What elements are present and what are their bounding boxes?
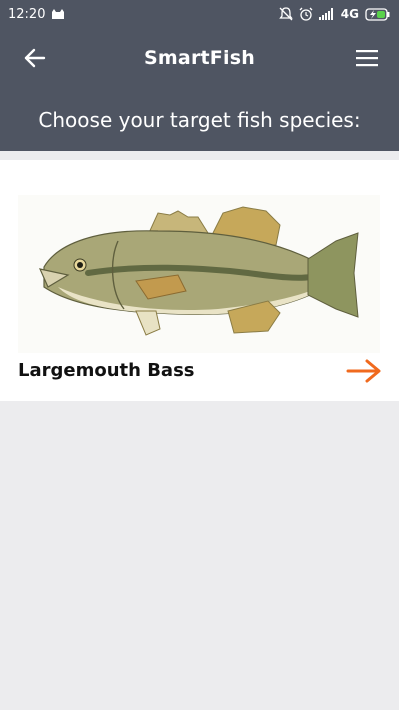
- bell-off-icon: [278, 7, 293, 21]
- app-title: SmartFish: [144, 47, 255, 69]
- status-time: 12:20: [8, 6, 46, 22]
- back-button[interactable]: [22, 46, 48, 70]
- menu-button[interactable]: [355, 46, 379, 70]
- largemouth-bass-image: [18, 195, 380, 353]
- arrow-right-icon: [346, 359, 381, 383]
- subheader-text: Choose your target fish species:: [38, 107, 361, 132]
- app-bar: SmartFish: [0, 28, 399, 88]
- arrow-left-icon: [24, 48, 46, 68]
- cat-notification-icon: [52, 9, 65, 19]
- signal-icon: [318, 8, 333, 20]
- battery-charging-icon: [365, 7, 390, 21]
- species-name: Largemouth Bass: [18, 360, 195, 381]
- hamburger-menu-icon: [356, 50, 378, 67]
- select-species-button[interactable]: [345, 357, 383, 385]
- alarm-icon: [299, 7, 313, 21]
- network-type: 4G: [340, 7, 359, 21]
- subheader: Choose your target fish species:: [0, 88, 399, 151]
- status-bar: 12:20 4G: [0, 0, 399, 28]
- species-card[interactable]: Largemouth Bass: [0, 160, 399, 401]
